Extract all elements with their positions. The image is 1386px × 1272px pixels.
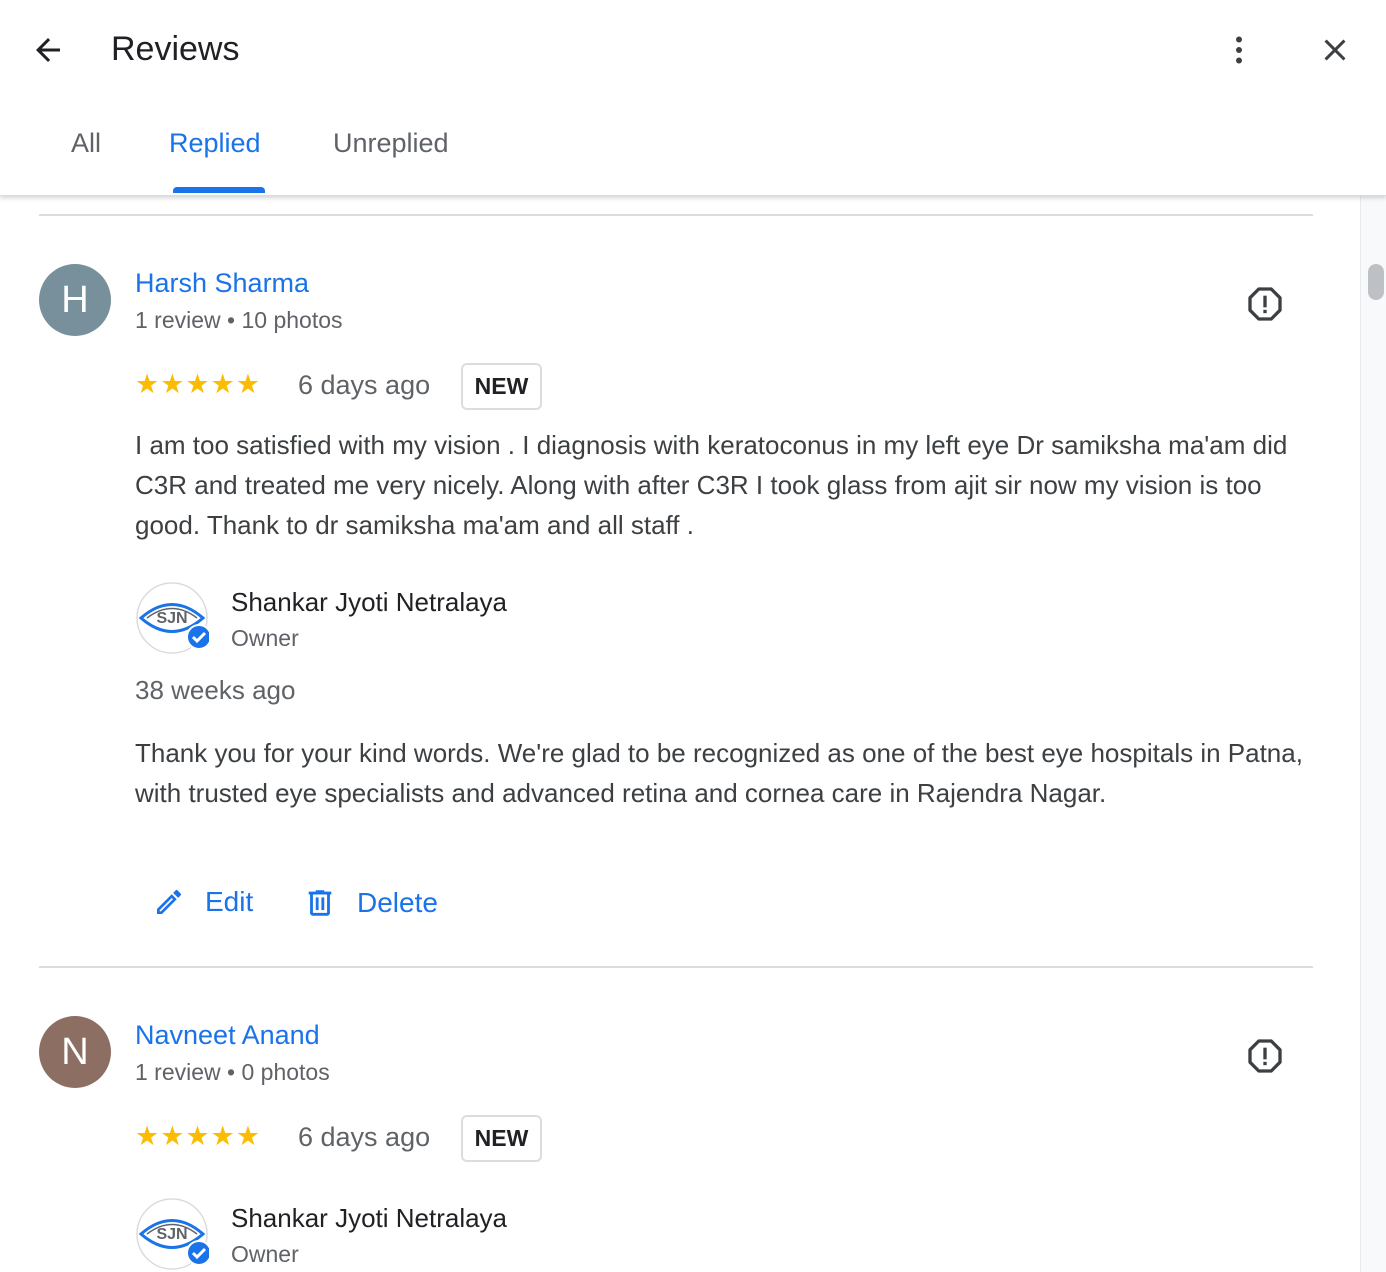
- report-review-button[interactable]: [1242, 281, 1288, 327]
- tab-all[interactable]: All: [71, 128, 101, 159]
- report-review-button[interactable]: [1242, 1033, 1288, 1079]
- reply-date: 38 weeks ago: [135, 675, 296, 705]
- avatar[interactable]: H: [39, 264, 111, 336]
- reply-text: Thank you for your kind words. We're gla…: [135, 738, 1303, 808]
- edit-reply-button[interactable]: Edit: [153, 886, 253, 918]
- edit-label: Edit: [205, 886, 254, 917]
- reviewer-name[interactable]: Navneet Anand: [135, 1020, 320, 1051]
- verified-icon: [186, 1240, 212, 1266]
- review-date: 6 days ago: [298, 1122, 431, 1152]
- divider: [39, 214, 1313, 216]
- divider: [39, 966, 1313, 968]
- tab-unreplied[interactable]: Unreplied: [333, 128, 449, 159]
- verified-icon: [186, 624, 212, 650]
- delete-reply-button[interactable]: Delete: [303, 886, 438, 920]
- owner-name: Shankar Jyoti Netralaya: [231, 1203, 508, 1233]
- scrollbar-track[interactable]: [1360, 196, 1386, 1272]
- scrollbar-thumb[interactable]: [1368, 264, 1384, 300]
- report-icon: [1248, 1039, 1282, 1073]
- more-options-button[interactable]: [1218, 28, 1260, 72]
- svg-text:SJN: SJN: [156, 1226, 187, 1243]
- back-button[interactable]: [26, 28, 70, 72]
- arrow-back-icon: [36, 38, 60, 62]
- review-text: I am too satisfied with my vision . I di…: [135, 430, 1288, 540]
- active-tab-indicator: [173, 187, 265, 193]
- page-title: Reviews: [111, 30, 240, 68]
- close-button[interactable]: [1312, 28, 1358, 72]
- star-rating: ★★★★★: [135, 369, 262, 399]
- reviews-header: Reviews All Replied Unreplied: [0, 0, 1386, 196]
- owner-logo: SJN: [135, 581, 212, 655]
- review-date: 6 days ago: [298, 370, 431, 400]
- close-icon: [1324, 39, 1346, 61]
- avatar[interactable]: N: [39, 1016, 111, 1088]
- report-icon: [1248, 287, 1282, 321]
- new-badge: NEW: [461, 1115, 542, 1162]
- delete-label: Delete: [357, 887, 438, 918]
- edit-icon: [157, 889, 182, 914]
- delete-icon: [308, 890, 332, 916]
- tab-replied[interactable]: Replied: [169, 128, 261, 159]
- reviewer-meta: 1 review • 10 photos: [135, 307, 343, 333]
- reviewer-name[interactable]: Harsh Sharma: [135, 268, 309, 299]
- reviewer-meta: 1 review • 0 photos: [135, 1059, 330, 1085]
- owner-logo: SJN: [135, 1197, 212, 1271]
- reviews-list: H Harsh Sharma 1 review • 10 photos ★★★★…: [0, 196, 1360, 1272]
- more-vert-icon: [1236, 36, 1242, 64]
- owner-role: Owner: [231, 1241, 299, 1267]
- svg-text:SJN: SJN: [156, 610, 187, 627]
- owner-name: Shankar Jyoti Netralaya: [231, 587, 508, 617]
- new-badge: NEW: [461, 363, 542, 410]
- owner-role: Owner: [231, 625, 299, 651]
- star-rating: ★★★★★: [135, 1121, 262, 1151]
